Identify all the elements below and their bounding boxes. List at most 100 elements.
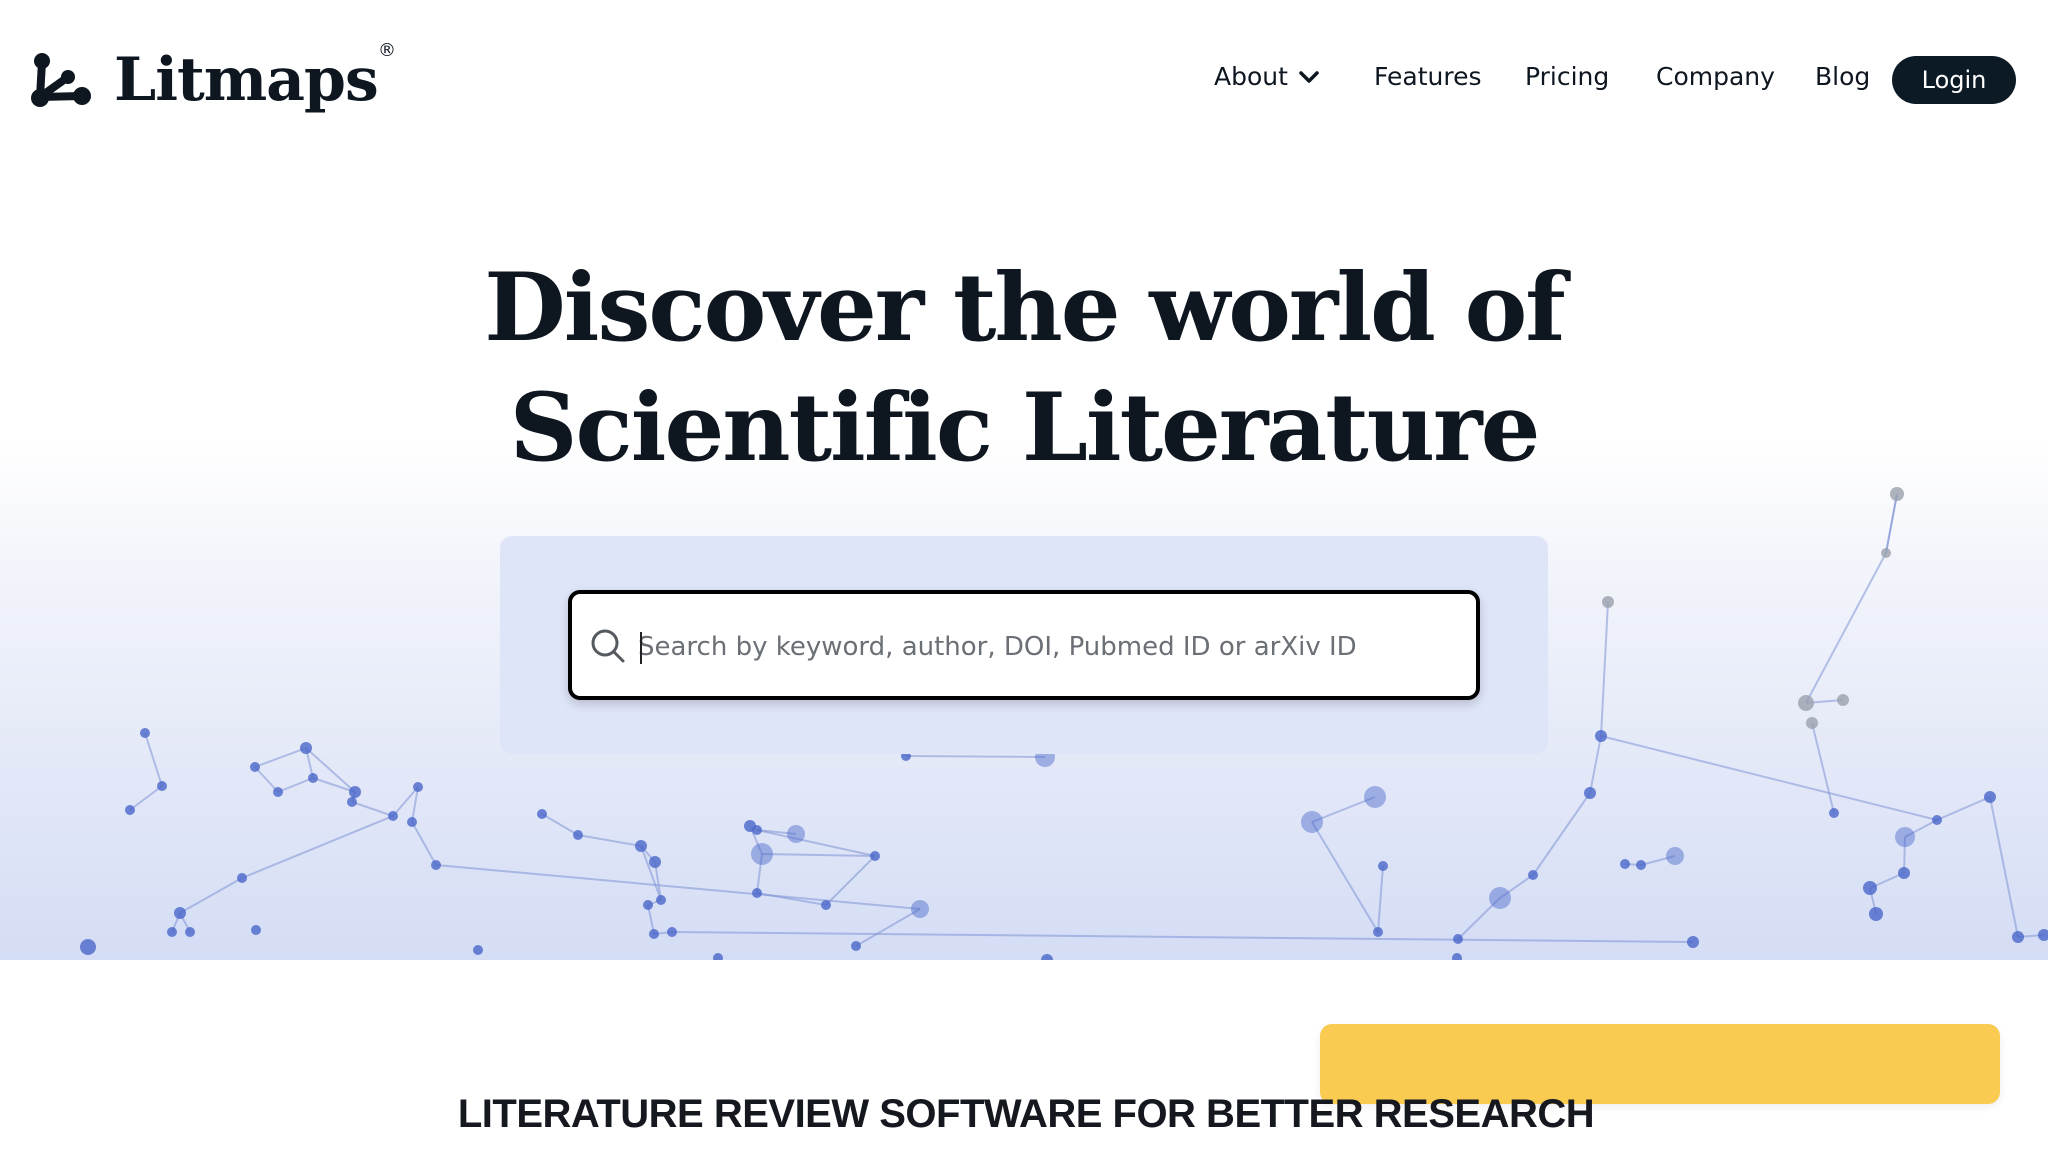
network-edge [1600, 601, 1609, 737]
network-node [1984, 791, 1996, 803]
network-node [1798, 695, 1814, 711]
network-node [649, 929, 659, 939]
network-node [1869, 907, 1883, 921]
network-edge [671, 931, 1694, 943]
network-edge [144, 732, 163, 787]
network-node [1602, 596, 1614, 608]
network-node [1829, 808, 1839, 818]
brand-name: Litmaps [114, 45, 379, 115]
top-navigation: Litmaps ® About Features Pricing Company… [0, 0, 2048, 160]
network-edge [855, 908, 921, 947]
network-node [347, 797, 357, 807]
network-node [1932, 815, 1942, 825]
network-node [167, 927, 177, 937]
network-node [349, 786, 361, 798]
network-edge [305, 747, 356, 793]
network-node [1584, 787, 1596, 799]
network-node [157, 781, 167, 791]
litmaps-logo-icon [31, 53, 91, 107]
network-node [1687, 936, 1699, 948]
login-button[interactable]: Login [1892, 56, 2016, 104]
network-edge [577, 834, 642, 847]
network-node [1595, 730, 1607, 742]
network-node [870, 851, 880, 861]
network-edge [129, 785, 163, 811]
network-edge [1589, 735, 1602, 794]
network-node [643, 900, 653, 910]
network-edge [1811, 722, 1835, 814]
search-box[interactable] [568, 590, 1480, 700]
network-node [1881, 548, 1891, 558]
network-node [125, 805, 135, 815]
chevron-down-icon [1299, 70, 1319, 83]
network-edge [277, 777, 314, 793]
network-node [300, 742, 312, 754]
network-node [1452, 953, 1462, 960]
network-edge [905, 755, 1046, 758]
network-node [787, 825, 805, 843]
nav-about[interactable]: About [1214, 62, 1320, 91]
network-node [250, 762, 260, 772]
network-node [821, 900, 831, 910]
litmaps-logo[interactable]: Litmaps ® [30, 40, 396, 120]
network-edge [1311, 821, 1379, 933]
hero-headline: Discover the world of Scientific Literat… [424, 248, 1624, 488]
network-node [80, 939, 96, 955]
text-caret [640, 632, 642, 664]
network-node [185, 927, 195, 937]
network-node [1895, 827, 1915, 847]
network-node [635, 840, 647, 852]
network-node [140, 728, 150, 738]
network-edge [1805, 552, 1887, 704]
network-node [1489, 887, 1511, 909]
network-node [537, 809, 547, 819]
network-node [573, 830, 583, 840]
registered-mark: ® [378, 40, 396, 61]
network-node [308, 773, 318, 783]
network-node [1898, 867, 1910, 879]
network-node [1041, 954, 1053, 960]
search-icon [591, 629, 625, 663]
network-node [1890, 487, 1904, 501]
network-node [713, 953, 723, 960]
network-node [2012, 931, 2024, 943]
nav-company[interactable]: Company [1656, 62, 1775, 91]
search-input[interactable] [636, 618, 1460, 676]
network-node [851, 941, 861, 951]
nav-about-label: About [1214, 62, 1288, 91]
network-node [473, 945, 483, 955]
network-node [1837, 694, 1849, 706]
network-node [667, 927, 677, 937]
network-node [413, 782, 423, 792]
network-edge [351, 801, 394, 817]
hero-headline-line-1: Discover the world of [484, 253, 1565, 363]
nav-blog[interactable]: Blog [1815, 62, 1870, 91]
network-node [1364, 786, 1386, 808]
network-edge [761, 853, 876, 857]
network-node [174, 907, 186, 919]
network-edge [640, 845, 662, 901]
network-node [1453, 934, 1463, 944]
network-node [752, 888, 762, 898]
network-node [1863, 881, 1877, 895]
network-node [656, 895, 666, 905]
network-node [251, 925, 261, 935]
network-edge [254, 747, 307, 768]
network-node [431, 860, 441, 870]
network-node [1373, 927, 1383, 937]
network-edge [411, 821, 437, 866]
network-edge [1936, 796, 1991, 821]
network-node [237, 873, 247, 883]
network-edge [1885, 493, 1898, 554]
network-edge [1532, 792, 1591, 876]
network-node [2038, 929, 2048, 941]
network-node [1528, 870, 1538, 880]
network-edge [1377, 865, 1384, 933]
section-tagline: LITERATURE REVIEW SOFTWARE FOR BETTER RE… [457, 1092, 1595, 1136]
network-edge [254, 766, 279, 793]
nav-features[interactable]: Features [1374, 62, 1482, 91]
network-edge [1989, 796, 2019, 938]
network-edge [825, 855, 876, 906]
nav-pricing[interactable]: Pricing [1525, 62, 1609, 91]
network-node [1301, 811, 1323, 833]
